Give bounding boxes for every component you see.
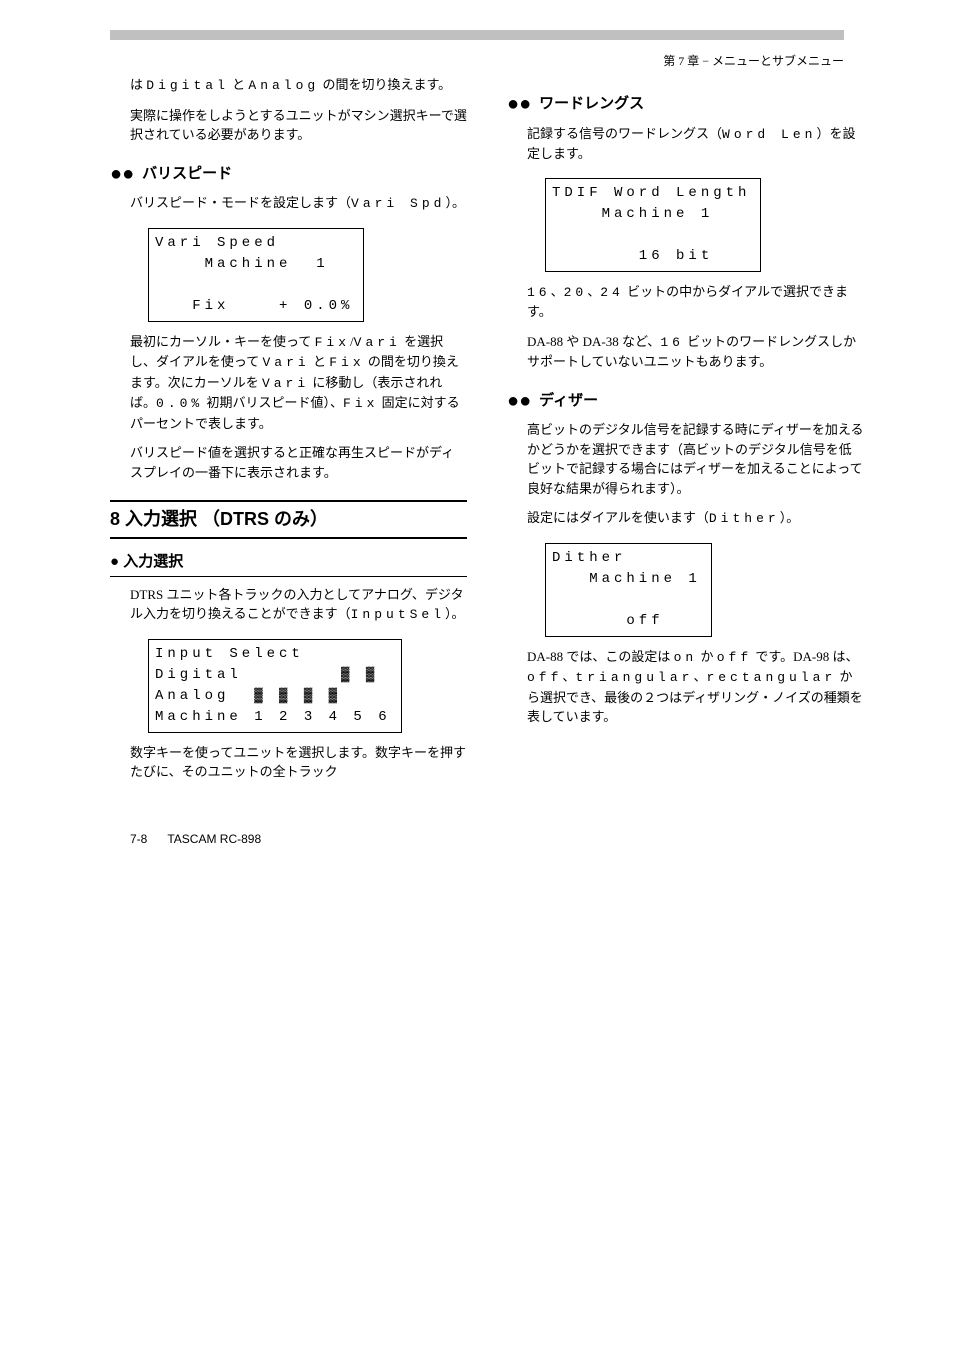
text: 最初にカーソル・キーを使って xyxy=(130,334,315,349)
code-fix2: Fix xyxy=(329,355,364,370)
inputsel-para2: 数字キーを使ってユニットを選択します。数字キーを押すたびに、そのユニットの全トラ… xyxy=(130,743,467,782)
text: と xyxy=(310,354,330,369)
code-analog: Analog xyxy=(248,78,319,93)
lcd-dither: Dither Machine 1 off xyxy=(545,543,712,637)
code-16b: 16 xyxy=(660,335,684,350)
code-dither: Dither xyxy=(709,511,780,526)
code-digital: Digital xyxy=(146,78,229,93)
text: 、 xyxy=(587,284,600,299)
code-fix1: Fix xyxy=(315,335,350,350)
subhead-dither: ●● ディザー xyxy=(507,390,864,413)
text: です。DA-98 は、 xyxy=(752,649,858,664)
text: 、 xyxy=(693,669,706,684)
text: 、 xyxy=(562,669,575,684)
text: 記録する信号のワードレングス（ xyxy=(527,126,722,141)
text: 、 xyxy=(551,284,564,299)
code-off: off xyxy=(717,650,752,665)
footer-title: TASCAM RC-898 xyxy=(167,832,261,846)
inputsel-para1: DTRS ユニット各トラックの入力としてアナログ、デジタル入力を切り換えることが… xyxy=(130,585,467,625)
code-fix3: Fix xyxy=(343,396,378,411)
subhead-label: ワードレングス xyxy=(539,93,644,116)
subhead-wordlen: ●● ワードレングス xyxy=(507,93,864,116)
text: か xyxy=(697,649,717,664)
code-zero: 0.0% xyxy=(156,396,203,411)
section-title-8: 8 入力選択 （DTRS のみ） xyxy=(110,500,467,539)
subhead-varispeed: ●● バリスピード xyxy=(110,163,467,186)
lcd-varispeed: Vari Speed Machine 1 Fix + 0.0% xyxy=(148,228,364,322)
lcd-wordlength: TDIF Word Length Machine 1 16 bit xyxy=(545,178,761,272)
lcd-inputselect: Input Select Digital ▓ ▓ Analog ▓ ▓ ▓ ▓ … xyxy=(148,639,402,733)
code-rectangular: rectangular xyxy=(706,670,836,685)
digital-analog-para: は Digital と Analog の間を切り換えます。 xyxy=(130,75,467,96)
header-right: 第 7 章 − メニューとサブメニュー xyxy=(663,52,844,69)
text: 初期バリスピード値）、 xyxy=(203,395,343,410)
dither-para1: 高ビットのデジタル信号を記録する時にディザーを加えるかどうかを選択できます（高ビ… xyxy=(527,420,864,498)
code-off2: off xyxy=(527,670,562,685)
note-para: 実際に操作をしようとするユニットがマシン選択キーで選択されている必要があります。 xyxy=(130,106,467,145)
vari-para2: 最初にカーソル・キーを使って Fix/Vari を選択し、ダイアルを使って Va… xyxy=(130,332,467,434)
subsection-inputsel: ● 入力選択 xyxy=(110,551,467,577)
code-vari3: Vari xyxy=(262,376,309,391)
code-24: 24 xyxy=(600,285,624,300)
code-inputsel: InputSel xyxy=(351,607,445,622)
code-16: 16 xyxy=(527,285,551,300)
text: は xyxy=(130,77,146,92)
wordlen-para2: DA-88 や DA-38 など、16 ビットのワードレングスしかサポートしてい… xyxy=(527,332,864,372)
text: 設定にはダイアルを使います（ xyxy=(527,510,709,525)
page-root: 第 7 章 − メニューとサブメニュー は Digital と Analog の… xyxy=(0,30,954,846)
text: の間を切り換えます。 xyxy=(319,77,451,92)
text: ）。 xyxy=(445,606,465,621)
wordlen-para1: 記録する信号のワードレングス（Word Len）を設定します。 xyxy=(527,124,864,164)
code-triangular: triangular xyxy=(575,670,693,685)
text: と xyxy=(229,77,249,92)
code-vari1: Vari xyxy=(354,335,401,350)
text: DA-88 では、この設定は xyxy=(527,649,674,664)
code-varispd: Vari Spd xyxy=(351,196,445,211)
columns: は Digital と Analog の間を切り換えます。 実際に操作をしようと… xyxy=(130,75,864,792)
code-vari2: Vari xyxy=(262,355,309,370)
vari-para3: バリスピード値を選択すると正確な再生スピードがディスプレイの一番下に表示されます… xyxy=(130,443,467,482)
vari-para1: バリスピード・モードを設定します（Vari Spd）。 xyxy=(130,193,467,214)
subhead-label: バリスピード xyxy=(142,163,232,186)
left-column: は Digital と Analog の間を切り換えます。 実際に操作をしようと… xyxy=(130,75,467,792)
code-wordlen: Word Len xyxy=(722,127,816,142)
code-20: 20 xyxy=(564,285,588,300)
dither-para2: DA-88 では、この設定は on か off です。DA-98 は、off、t… xyxy=(527,647,864,727)
text: バリスピード・モードを設定します（ xyxy=(130,195,351,210)
header-line: 第 7 章 − メニューとサブメニュー xyxy=(110,50,844,75)
text: ）。 xyxy=(780,510,800,525)
text: DA-88 や DA-38 など、 xyxy=(527,334,660,349)
page-number: 7-8 xyxy=(130,832,147,846)
dither-para1b: 設定にはダイアルを使います（Dither）。 xyxy=(527,508,864,529)
code-on: on xyxy=(674,650,698,665)
page-footer: 7-8 TASCAM RC-898 xyxy=(130,832,844,846)
wordlen-opts: 16、20、24 ビットの中からダイアルで選択できます。 xyxy=(527,282,864,322)
subhead-label: ディザー xyxy=(539,390,598,413)
right-column: ●● ワードレングス 記録する信号のワードレングス（Word Len）を設定しま… xyxy=(527,75,864,792)
text: ）。 xyxy=(445,195,465,210)
header-bar xyxy=(110,30,844,40)
